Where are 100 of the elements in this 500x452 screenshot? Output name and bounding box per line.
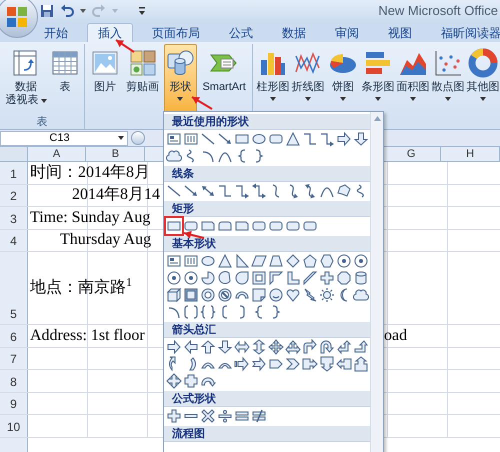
s-curve-double-icon[interactable] (302, 183, 318, 199)
line-icon[interactable] (166, 183, 182, 199)
teardrop-icon[interactable] (234, 270, 250, 286)
right-triangle-icon[interactable] (234, 253, 250, 269)
left-arrow-icon[interactable] (183, 339, 199, 355)
donut-icon[interactable] (200, 287, 216, 303)
can-icon[interactable] (353, 270, 369, 286)
column-header[interactable]: H (441, 147, 500, 161)
chord-icon[interactable] (217, 270, 233, 286)
column-header[interactable]: A (28, 147, 86, 161)
striped-right-arrow-icon[interactable] (234, 356, 250, 372)
diagonal-stripe-icon[interactable] (302, 270, 318, 286)
cube-icon[interactable] (166, 287, 182, 303)
brace-pair-icon[interactable] (200, 304, 216, 320)
bracket-pair-icon[interactable] (183, 304, 199, 320)
row-header[interactable]: 6 (0, 325, 28, 346)
line-icon[interactable] (200, 131, 216, 147)
ribbon-tab[interactable]: 数据 (272, 23, 316, 42)
row-header[interactable]: 7 (0, 348, 28, 369)
plus-icon[interactable] (319, 270, 335, 286)
triangle-icon[interactable] (217, 253, 233, 269)
folded-corner-icon[interactable] (251, 287, 267, 303)
textbox-icon[interactable] (166, 253, 182, 269)
right-callout-icon[interactable] (302, 356, 318, 372)
row-header[interactable]: 9 (0, 392, 28, 414)
column-chart-button[interactable]: 柱形图 (256, 44, 290, 114)
chevron-icon[interactable] (285, 356, 301, 372)
no-symbol-icon[interactable] (217, 287, 233, 303)
name-box[interactable]: C13 (0, 130, 128, 146)
elbow-icon[interactable] (302, 131, 318, 147)
row-header[interactable]: 10 (0, 415, 28, 436)
ribbon-tab[interactable]: 开始 (34, 23, 78, 42)
octagon-icon[interactable] (336, 270, 352, 286)
ribbon-tab[interactable]: 页面布局 (142, 23, 210, 42)
quad-callout-icon[interactable] (166, 373, 182, 389)
elbow-arrow-icon[interactable] (319, 131, 335, 147)
circle-icon[interactable] (353, 253, 369, 269)
oval-icon[interactable] (200, 253, 216, 269)
arrow-line-icon[interactable] (183, 183, 199, 199)
right-arrow-icon[interactable] (166, 339, 182, 355)
scrollbar[interactable] (370, 112, 383, 452)
textbox-icon[interactable] (166, 131, 182, 147)
elbow-double-icon[interactable] (251, 183, 267, 199)
circle-icon[interactable] (183, 270, 199, 286)
frame-icon[interactable] (251, 270, 267, 286)
area-chart-button[interactable]: 面积图 (396, 44, 430, 114)
down-arrow-icon[interactable] (353, 131, 369, 147)
sun-icon[interactable] (319, 287, 335, 303)
row-header[interactable]: 4 (0, 230, 28, 251)
row-header[interactable]: 1 (0, 162, 28, 184)
circle-icon[interactable] (336, 253, 352, 269)
circle-icon[interactable] (166, 270, 182, 286)
undo-icon[interactable] (60, 4, 74, 18)
vtextbox-icon[interactable] (183, 253, 199, 269)
bar-chart-button[interactable]: 条形图 (361, 44, 395, 114)
save-icon[interactable] (40, 4, 54, 18)
pivot-table-button[interactable]: 数据 透视表 (4, 44, 48, 114)
up-down-arrow-icon[interactable] (251, 339, 267, 355)
triangle-icon[interactable] (285, 131, 301, 147)
line-chart-button[interactable]: 折线图 (291, 44, 325, 114)
ribbon-tab[interactable]: 审阅 (325, 23, 369, 42)
right-arrow-icon[interactable] (336, 131, 352, 147)
ribbon-tab[interactable]: 视图 (378, 23, 422, 42)
down-arrow-icon[interactable] (217, 339, 233, 355)
divide-icon[interactable] (217, 408, 233, 424)
cross-callout-icon[interactable] (183, 373, 199, 389)
down-callout-icon[interactable] (319, 356, 335, 372)
shapes-button[interactable]: 形状 (164, 44, 198, 114)
row-header[interactable]: 5 (0, 252, 28, 324)
clip-art-button[interactable]: 剪贴画 (124, 44, 162, 114)
quad-arrow-icon[interactable] (268, 339, 284, 355)
column-header[interactable]: B (86, 147, 146, 161)
lightning-icon[interactable] (302, 287, 318, 303)
heart-icon[interactable] (285, 287, 301, 303)
donut-chart-button[interactable]: 其他图 (466, 44, 500, 114)
cloud-icon[interactable] (166, 148, 182, 164)
scatter-chart-button[interactable]: 散点图 (431, 44, 465, 114)
bent-arrow-icon[interactable] (302, 339, 318, 355)
elbow-arrow-icon[interactable] (234, 183, 250, 199)
row-header[interactable]: 3 (0, 207, 28, 228)
left-callout-icon[interactable] (336, 356, 352, 372)
left-up-arrow-icon[interactable] (336, 339, 352, 355)
not-equal-icon[interactable] (251, 408, 267, 424)
customize-toolbar-icon[interactable] (138, 6, 146, 16)
ribbon-tab[interactable]: 公式 (219, 23, 263, 42)
left-right-up-arrow-icon[interactable] (285, 339, 301, 355)
double-arrow-line-icon[interactable] (200, 183, 216, 199)
left-right-arrow-icon[interactable] (234, 339, 250, 355)
pie-icon[interactable] (200, 270, 216, 286)
plus-icon[interactable] (166, 408, 182, 424)
bent-up-arrow-icon[interactable] (353, 339, 369, 355)
cloud-icon[interactable] (353, 287, 369, 303)
l-shape-icon[interactable] (285, 270, 301, 286)
oval-icon[interactable] (251, 131, 267, 147)
times-icon[interactable] (200, 408, 216, 424)
half-frame-icon[interactable] (268, 270, 284, 286)
notched-right-arrow-icon[interactable] (251, 356, 267, 372)
row-header[interactable]: 2 (0, 184, 28, 206)
ribbon-tab[interactable]: 插入 (87, 23, 133, 42)
up-callout-icon[interactable] (353, 356, 369, 372)
